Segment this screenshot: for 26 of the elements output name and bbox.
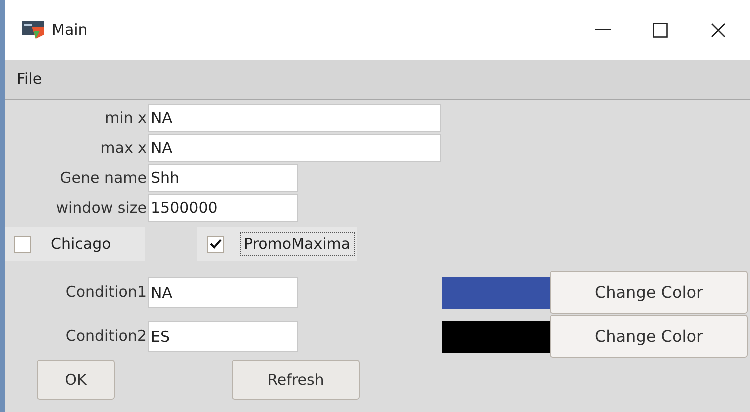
app-icon xyxy=(22,21,44,39)
maximize-icon[interactable] xyxy=(653,22,668,38)
menu-item[interactable]: File xyxy=(11,68,48,91)
ok-button[interactable]: OK xyxy=(37,360,115,400)
checkbox[interactable] xyxy=(14,236,31,252)
input-field[interactable]: Shh xyxy=(148,164,298,192)
input-field[interactable]: 1500000 xyxy=(148,194,298,222)
input-field[interactable]: ES xyxy=(148,321,298,352)
input-field[interactable]: NA xyxy=(148,277,298,308)
change-color-button[interactable]: Change Color xyxy=(550,315,748,358)
refresh-button[interactable]: Refresh xyxy=(232,360,360,400)
field-label: Gene name xyxy=(59,168,148,189)
field-label: Condition1 xyxy=(64,282,148,304)
change-color-button[interactable]: Change Color xyxy=(550,271,748,314)
input-field[interactable]: NA xyxy=(148,104,441,132)
checkbox[interactable] xyxy=(207,236,224,252)
field-label: max x xyxy=(100,138,148,159)
minimize-icon[interactable] xyxy=(595,29,611,31)
checkbox-label[interactable]: PromoMaxima xyxy=(240,232,355,256)
window-title: Main xyxy=(52,20,88,41)
close-icon[interactable] xyxy=(711,22,726,38)
field-label: Condition2 xyxy=(64,326,148,348)
field-label: window size xyxy=(55,198,148,219)
field-label: min x xyxy=(104,108,148,129)
input-field[interactable]: NA xyxy=(148,134,441,162)
check-icon xyxy=(210,239,222,249)
